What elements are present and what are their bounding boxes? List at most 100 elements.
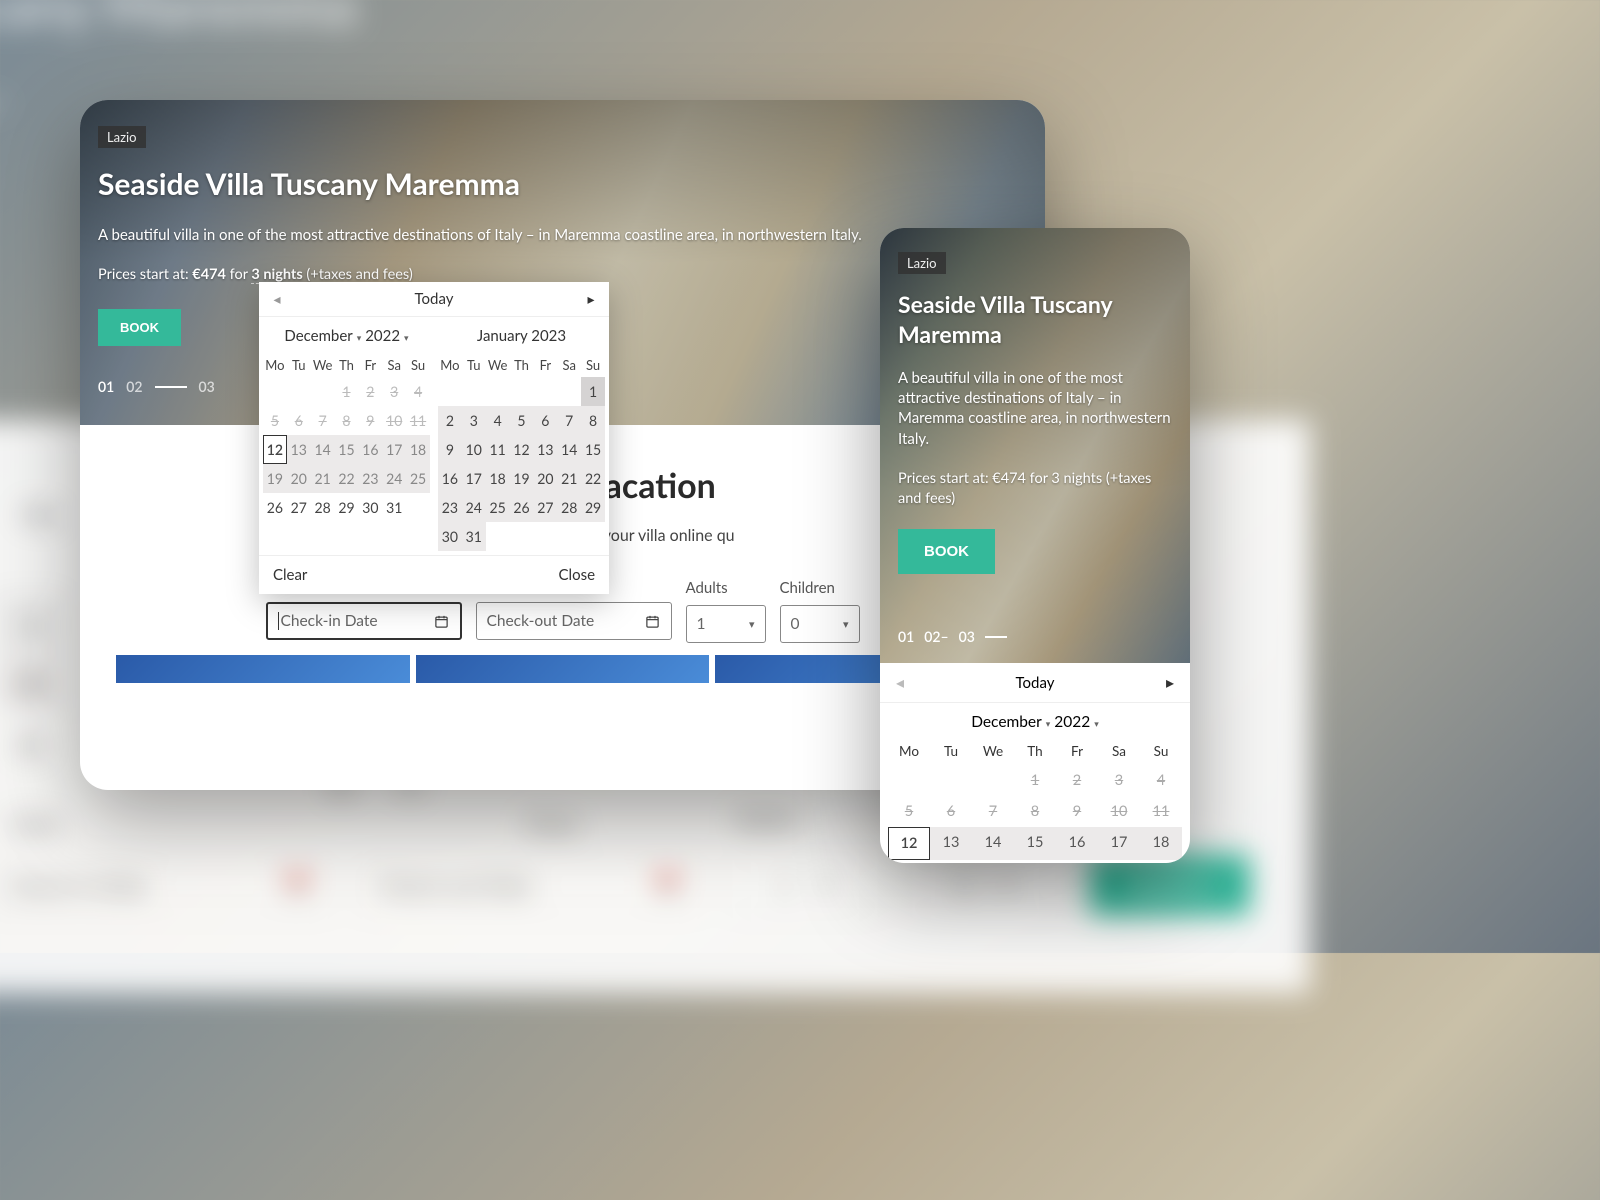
- calendar-day[interactable]: 12: [263, 435, 287, 464]
- calendar-day[interactable]: 8: [581, 406, 605, 435]
- price-line: Prices start at: €474 for 3 nights (+tax…: [898, 469, 1172, 510]
- year-select[interactable]: 2022: [365, 327, 400, 345]
- calendar-day[interactable]: 10: [462, 435, 486, 464]
- next-month-button[interactable]: ▸: [1164, 673, 1176, 692]
- pager-01[interactable]: 01: [98, 378, 114, 395]
- calendar-day[interactable]: 5: [510, 406, 534, 435]
- calendar-day[interactable]: 18: [1140, 827, 1182, 860]
- calendar-day[interactable]: 14: [311, 435, 335, 464]
- checkout-date-input[interactable]: Check-out Date: [476, 602, 672, 640]
- calendar-day[interactable]: 24: [382, 464, 406, 493]
- calendar-day: 7: [972, 796, 1014, 827]
- weekday-label: Th: [335, 353, 359, 377]
- location-tag[interactable]: Lazio: [898, 252, 946, 274]
- calendar-day[interactable]: 26: [263, 493, 287, 522]
- adults-select[interactable]: 1 ▾: [686, 605, 766, 643]
- book-button[interactable]: BOOK: [98, 309, 181, 346]
- calendar-day[interactable]: 25: [486, 493, 510, 522]
- calendar-day[interactable]: 11: [486, 435, 510, 464]
- calendar-day[interactable]: 17: [462, 464, 486, 493]
- calendar-day: 7: [311, 406, 335, 435]
- pager-02[interactable]: 02–: [924, 628, 948, 645]
- calendar-day[interactable]: 4: [486, 406, 510, 435]
- calendar-day[interactable]: 27: [533, 493, 557, 522]
- calendar-day[interactable]: 16: [358, 435, 382, 464]
- calendar-day[interactable]: 17: [1098, 827, 1140, 860]
- calendar-day[interactable]: 19: [510, 464, 534, 493]
- chevron-down-icon: ▾: [1046, 718, 1051, 736]
- calendar-day[interactable]: 1: [581, 377, 605, 406]
- pager-03[interactable]: 03: [959, 628, 975, 645]
- calendar-day[interactable]: 24: [462, 493, 486, 522]
- calendar-day[interactable]: 20: [287, 464, 311, 493]
- calendar-day[interactable]: 2: [438, 406, 462, 435]
- calendar-day[interactable]: 27: [287, 493, 311, 522]
- calendar-day[interactable]: 19: [263, 464, 287, 493]
- calendar-day[interactable]: 23: [438, 493, 462, 522]
- calendar-day[interactable]: 29: [335, 493, 359, 522]
- calendar-day[interactable]: 21: [557, 464, 581, 493]
- weekday-label: We: [311, 353, 335, 377]
- clear-button[interactable]: Clear: [273, 566, 307, 584]
- calendar-day[interactable]: 15: [335, 435, 359, 464]
- calendar-day[interactable]: 25: [406, 464, 430, 493]
- calendar-day: 6: [930, 796, 972, 827]
- calendar-day[interactable]: 13: [533, 435, 557, 464]
- month-select[interactable]: December: [284, 327, 352, 345]
- calendar-day[interactable]: 3: [462, 406, 486, 435]
- calendar-day[interactable]: 17: [382, 435, 406, 464]
- year-select[interactable]: 2022: [1054, 713, 1090, 731]
- calendar-day: 2: [358, 377, 382, 406]
- checkin-date-input[interactable]: Check-in Date: [266, 602, 462, 640]
- calendar-day[interactable]: 29: [581, 493, 605, 522]
- prev-month-button[interactable]: ◂: [894, 673, 906, 692]
- weekday-label: Mo: [438, 353, 462, 377]
- weekday-label: Su: [1140, 737, 1182, 765]
- close-button[interactable]: Close: [559, 566, 595, 584]
- slide-pager: 01 02– 03: [898, 628, 1007, 645]
- pager-01[interactable]: 01: [898, 628, 914, 645]
- today-button[interactable]: Today: [415, 290, 454, 308]
- calendar-day[interactable]: 21: [311, 464, 335, 493]
- calendar-day[interactable]: 16: [1056, 827, 1098, 860]
- calendar-day: 3: [382, 377, 406, 406]
- location-tag[interactable]: Lazio: [98, 126, 146, 148]
- calendar-day[interactable]: 18: [406, 435, 430, 464]
- pager-03[interactable]: 03: [199, 378, 215, 395]
- calendar-day[interactable]: 13: [930, 827, 972, 860]
- pager-02[interactable]: 02: [126, 378, 142, 395]
- calendar-day[interactable]: 15: [581, 435, 605, 464]
- calendar-day[interactable]: 22: [581, 464, 605, 493]
- children-select[interactable]: 0 ▾: [780, 605, 860, 643]
- book-button[interactable]: BOOK: [898, 529, 995, 574]
- today-button[interactable]: Today: [1016, 674, 1055, 692]
- calendar-day[interactable]: 31: [382, 493, 406, 522]
- calendar-day[interactable]: 12: [510, 435, 534, 464]
- calendar-day[interactable]: 18: [486, 464, 510, 493]
- calendar-day[interactable]: 9: [438, 435, 462, 464]
- prev-month-button[interactable]: ◂: [269, 290, 285, 308]
- calendar-day[interactable]: 13: [287, 435, 311, 464]
- next-month-button[interactable]: ▸: [583, 290, 599, 308]
- villa-title: Seaside Villa Tuscany Maremma: [98, 166, 1027, 202]
- calendar-day[interactable]: 30: [358, 493, 382, 522]
- calendar-day[interactable]: 6: [533, 406, 557, 435]
- calendar-day[interactable]: 14: [557, 435, 581, 464]
- mobile-hero: Lazio Seaside Villa Tuscany Maremma A be…: [880, 228, 1190, 663]
- calendar-day[interactable]: 12: [888, 827, 930, 860]
- calendar-day[interactable]: 15: [1014, 827, 1056, 860]
- calendar-day: 8: [335, 406, 359, 435]
- calendar-day[interactable]: 28: [557, 493, 581, 522]
- calendar-day[interactable]: 14: [972, 827, 1014, 860]
- calendar-day[interactable]: 30: [438, 522, 462, 551]
- calendar-day[interactable]: 7: [557, 406, 581, 435]
- calendar-day[interactable]: 20: [533, 464, 557, 493]
- month-select[interactable]: December: [971, 713, 1042, 731]
- calendar-day[interactable]: 26: [510, 493, 534, 522]
- calendar-day[interactable]: 28: [311, 493, 335, 522]
- calendar-day[interactable]: 31: [462, 522, 486, 551]
- slide-pager: 01 02 03: [98, 378, 215, 395]
- calendar-day[interactable]: 22: [335, 464, 359, 493]
- calendar-day[interactable]: 16: [438, 464, 462, 493]
- calendar-day[interactable]: 23: [358, 464, 382, 493]
